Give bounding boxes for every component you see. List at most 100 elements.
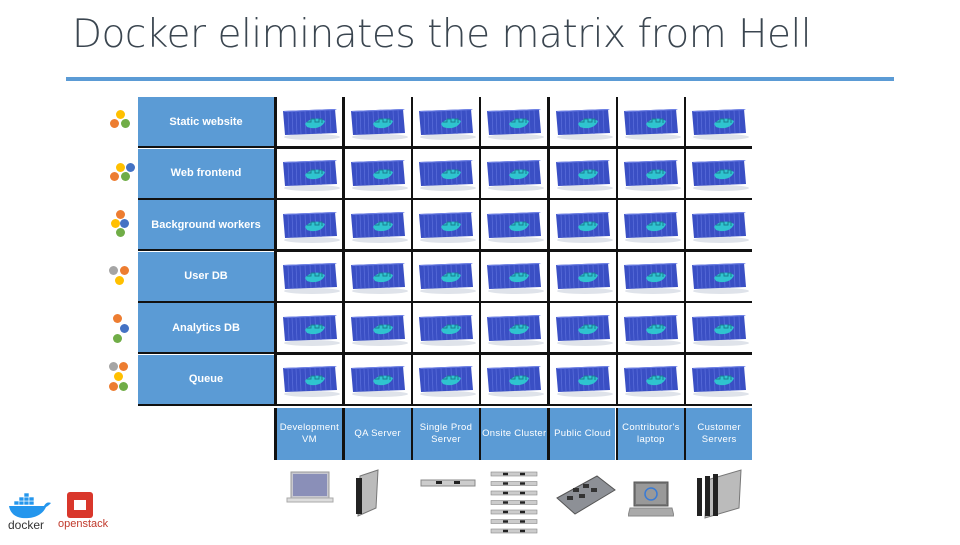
- docker-container-icon: [618, 355, 684, 404]
- docker-container-icon: [345, 200, 411, 249]
- docker-container-icon: [413, 303, 479, 352]
- row-label: Background workers: [138, 200, 274, 251]
- row-label: User DB: [138, 251, 274, 303]
- docker-wordmark: docker: [8, 518, 45, 532]
- row-label: Web frontend: [138, 148, 274, 200]
- openstack-icon: [67, 492, 93, 518]
- docker-container-icon: [481, 252, 547, 301]
- grid-line: [615, 97, 618, 406]
- hexagon-icon: [121, 119, 130, 128]
- openstack-wordmark: openstack: [58, 518, 109, 530]
- docker-container-icon: [345, 97, 411, 146]
- motherboard-icon: [553, 472, 617, 521]
- hexagon-icon: [116, 110, 125, 119]
- docker-container-icon: [550, 303, 616, 352]
- docker-whale-icon: [9, 492, 51, 519]
- hexagon-icon: [113, 334, 122, 343]
- docker-container-icon: [550, 149, 616, 198]
- docker-container-icon: [413, 97, 479, 146]
- hexagon-icon: [120, 266, 129, 275]
- docker-container-icon: [277, 252, 343, 301]
- column-header: Public Cloud: [549, 408, 616, 460]
- grid-line: [478, 97, 482, 406]
- hexagon-cluster-icon: [106, 314, 140, 358]
- hexagon-icon: [120, 324, 129, 333]
- row-label: Analytics DB: [138, 303, 274, 354]
- docker-container-icon: [686, 200, 752, 249]
- laptop-icon: [285, 470, 335, 511]
- grid-line: [683, 97, 687, 406]
- docker-container-icon: [345, 303, 411, 352]
- hexagon-icon: [116, 210, 125, 219]
- docker-container-icon: [345, 252, 411, 301]
- docker-container-icon: [345, 355, 411, 404]
- slide-title: Docker eliminates the matrix from Hell: [72, 12, 812, 57]
- docker-container-icon: [277, 355, 343, 404]
- docker-container-icon: [686, 355, 752, 404]
- blade-server-icon: [352, 468, 382, 523]
- docker-container-icon: [618, 252, 684, 301]
- grid-line: [274, 408, 277, 460]
- docker-container-icon: [413, 200, 479, 249]
- docker-container-icon: [481, 355, 547, 404]
- row-label: Static website: [138, 97, 274, 148]
- grid-line: [615, 408, 618, 460]
- grid-line: [547, 408, 550, 460]
- grid-line: [410, 97, 414, 406]
- docker-container-icon: [686, 149, 752, 198]
- column-header: Single Prod Server: [413, 408, 479, 460]
- docker-container-icon: [481, 303, 547, 352]
- docker-container-icon: [413, 252, 479, 301]
- docker-container-icon: [277, 303, 343, 352]
- docker-container-icon: [550, 200, 616, 249]
- grid-line: [274, 97, 277, 406]
- title-underline: [66, 77, 894, 81]
- hexagon-icon: [119, 362, 128, 371]
- hexagon-icon: [114, 372, 123, 381]
- docker-container-icon: [277, 200, 343, 249]
- docker-container-icon: [481, 97, 547, 146]
- docker-container-icon: [618, 303, 684, 352]
- openstack-logo: openstack: [58, 490, 108, 538]
- grid-line: [342, 408, 345, 460]
- docker-container-icon: [277, 149, 343, 198]
- dell-laptop-icon: [627, 480, 675, 525]
- blade-chassis-icon: [693, 468, 743, 527]
- hexagon-icon: [110, 172, 119, 181]
- row-label: Queue: [138, 354, 274, 406]
- hexagon-icon: [115, 276, 124, 285]
- hexagon-cluster-icon: [106, 163, 140, 207]
- grid-line: [547, 97, 550, 406]
- hexagon-icon: [113, 314, 122, 323]
- grid-line: [410, 408, 414, 460]
- hexagon-icon: [120, 219, 129, 228]
- docker-container-icon: [550, 252, 616, 301]
- column-header: QA Server: [344, 408, 411, 460]
- rack-server-icon: [420, 476, 476, 494]
- docker-container-icon: [618, 200, 684, 249]
- docker-container-icon: [550, 355, 616, 404]
- hexagon-cluster-icon: [106, 266, 140, 310]
- docker-container-icon: [550, 97, 616, 146]
- server-cluster-icon: [490, 470, 538, 545]
- hexagon-cluster-icon: [106, 210, 140, 254]
- hexagon-icon: [110, 119, 119, 128]
- column-header: Customer Servers: [686, 408, 753, 460]
- docker-logo: docker: [6, 490, 52, 534]
- hexagon-cluster-icon: [106, 362, 140, 406]
- hexagon-icon: [109, 382, 118, 391]
- docker-container-icon: [277, 97, 343, 146]
- docker-container-icon: [481, 149, 547, 198]
- docker-container-icon: [413, 149, 479, 198]
- docker-container-icon: [481, 200, 547, 249]
- hexagon-icon: [116, 163, 125, 172]
- docker-container-icon: [618, 149, 684, 198]
- grid-line: [342, 97, 345, 406]
- hexagon-icon: [116, 228, 125, 237]
- column-header: Contributor's laptop: [618, 408, 684, 460]
- grid-line: [683, 408, 687, 460]
- docker-container-icon: [686, 252, 752, 301]
- docker-container-icon: [618, 97, 684, 146]
- hexagon-icon: [109, 362, 118, 371]
- grid-line: [274, 403, 752, 406]
